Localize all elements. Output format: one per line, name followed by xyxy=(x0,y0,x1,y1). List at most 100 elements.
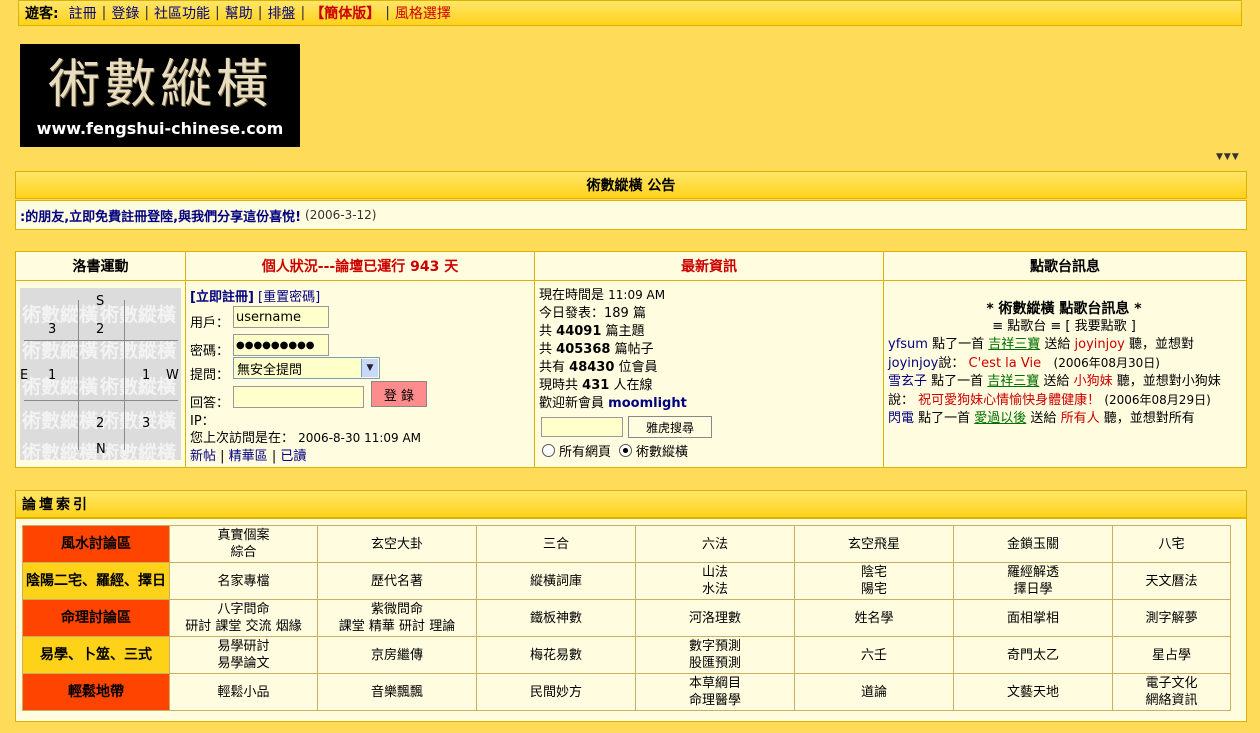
song-subnav[interactable]: ≡ 點歌台 ≡ [ 我要點歌 ] xyxy=(888,318,1240,336)
forum-board-link[interactable]: 縱橫詞庫 xyxy=(477,573,635,590)
forum-board-link[interactable]: 音樂飄飄 xyxy=(318,684,476,701)
forum-category-cell[interactable]: 陰陽二宅、羅經、擇日 xyxy=(22,562,170,600)
forum-board-link[interactable]: 真實個案 xyxy=(170,527,317,544)
forum-board-cell: 音樂飄飄 xyxy=(317,673,477,711)
chevron-down-icon[interactable]: ▼ xyxy=(361,359,378,377)
forum-board-link[interactable]: 易學研討 xyxy=(170,638,317,655)
online-count: 431 xyxy=(582,378,610,393)
posts-count: 405368 xyxy=(556,342,611,357)
new-posts-link[interactable]: 新帖 xyxy=(190,449,216,464)
forum-board-cell: 玄空飛星 xyxy=(794,525,954,563)
mark-read-link[interactable]: 已讀 xyxy=(280,449,306,464)
nav-help-link[interactable]: 幫助 xyxy=(225,3,253,23)
nav-chart-link[interactable]: 排盤 xyxy=(267,3,295,23)
forum-board-link[interactable]: 綜合 xyxy=(170,544,317,561)
forum-board-cell: 民間妙方 xyxy=(476,673,636,711)
forum-board-cell: 鐵板神數 xyxy=(476,599,636,637)
forum-board-link[interactable]: 河洛理數 xyxy=(636,610,794,627)
forum-board-link[interactable]: 金鎖玉關 xyxy=(954,536,1112,553)
forum-board-cell: 真實個案 綜合 xyxy=(169,525,318,563)
forum-category-cell[interactable]: 命理討論區 xyxy=(22,599,170,637)
forum-board-link[interactable]: 八字問命 xyxy=(170,601,317,618)
yahoo-search-button[interactable]: 雅虎搜尋 xyxy=(628,416,712,438)
forum-board-link[interactable]: 名家專檔 xyxy=(170,573,317,590)
more-arrows-icon[interactable]: ▼▼▼ xyxy=(1216,152,1240,162)
forum-board-link[interactable]: 輕鬆小品 xyxy=(170,684,317,701)
forum-board-link[interactable]: 玄空大卦 xyxy=(318,536,476,553)
last-visit-value: 2006-8-30 11:09 AM xyxy=(298,431,422,445)
forum-board-link[interactable]: 紫微問命 xyxy=(318,601,476,618)
forum-board-link[interactable]: 鐵板神數 xyxy=(477,610,635,627)
forum-board-link[interactable]: 六壬 xyxy=(795,647,953,664)
forum-category-cell[interactable]: 輕鬆地帶 xyxy=(22,673,170,711)
forum-board-link[interactable]: 課堂 精華 研討 理論 xyxy=(318,618,476,635)
radio-all-web[interactable] xyxy=(542,444,555,457)
announcement-text[interactable]: :的朋友,立即免費註冊登陸,與我們分享這份喜悅! xyxy=(20,206,301,225)
luoshu-number: 2 xyxy=(96,322,105,337)
forum-board-link[interactable]: 京房繼傳 xyxy=(318,647,476,664)
search-input[interactable] xyxy=(541,417,623,437)
forum-board-link[interactable]: 民間妙方 xyxy=(477,684,635,701)
forum-board-link[interactable]: 歷代名著 xyxy=(318,573,476,590)
forum-board-link[interactable]: 陰宅 xyxy=(795,564,953,581)
forum-board-link[interactable]: 研討 課堂 交流 烟緣 xyxy=(170,618,317,635)
forum-board-link[interactable]: 測字解夢 xyxy=(1113,610,1230,627)
forum-category-cell[interactable]: 風水討論區 xyxy=(22,525,170,563)
security-question-select[interactable]: 無安全提問 ▼ xyxy=(233,357,380,379)
song-entry: 閃電 點了一首 愛過以後 送給 所有人 聽，並想對所有 xyxy=(888,411,1195,426)
forum-index-row: 輕鬆地帶 輕鬆小品 音樂飄飄 民間妙方 本草綱目 命理醫學 道論 文藝天地 電子文化 網絡資訊 xyxy=(22,673,1231,711)
forum-board-link[interactable]: 擇日學 xyxy=(954,581,1112,598)
radio-site[interactable] xyxy=(619,444,633,457)
forum-board-link[interactable]: 電子文化 xyxy=(1113,675,1230,692)
forum-category-cell[interactable]: 易學、卜筮、三式 xyxy=(22,636,170,674)
forum-board-link[interactable]: 三合 xyxy=(477,536,635,553)
reset-password-link[interactable]: [重置密碼] xyxy=(258,290,320,305)
forum-board-cell: 羅經解透 擇日學 xyxy=(953,562,1113,600)
forum-board-link[interactable]: 星占學 xyxy=(1113,647,1230,664)
nav-community-link[interactable]: 社區功能 xyxy=(154,3,210,23)
forum-board-link[interactable]: 六法 xyxy=(636,536,794,553)
forum-board-link[interactable]: 八宅 xyxy=(1113,536,1230,553)
forum-board-link[interactable]: 易學論文 xyxy=(170,655,317,672)
forum-board-link[interactable]: 道論 xyxy=(795,684,953,701)
forum-board-link[interactable]: 羅經解透 xyxy=(954,564,1112,581)
nav-simplified-link[interactable]: 【簡体版】 xyxy=(310,3,380,23)
song-title: * 術數縱橫 點歌台訊息 * xyxy=(986,301,1142,317)
answer-input[interactable] xyxy=(233,386,364,408)
forum-board-link[interactable]: 玄空飛星 xyxy=(795,536,953,553)
forum-board-link[interactable]: 網絡資訊 xyxy=(1113,692,1230,709)
nav-style-link[interactable]: 風格選擇 xyxy=(395,3,451,23)
digest-link[interactable]: 精華區 xyxy=(229,449,268,464)
forum-board-link[interactable]: 水法 xyxy=(636,581,794,598)
forum-board-link[interactable]: 數字預測 xyxy=(636,638,794,655)
song-messages: * 術數縱橫 點歌台訊息 * ≡ 點歌台 ≡ [ 我要點歌 ] yfsum 點了… xyxy=(888,300,1240,428)
forum-board-link[interactable]: 姓名學 xyxy=(795,610,953,627)
nav-login-link[interactable]: 登錄 xyxy=(111,3,139,23)
forum-board-cell: 河洛理數 xyxy=(635,599,795,637)
forum-board-link[interactable]: 股匯預測 xyxy=(636,655,794,672)
question-label: 提問： xyxy=(190,368,230,383)
username-input[interactable]: username xyxy=(233,306,329,328)
nav-register-link[interactable]: 註冊 xyxy=(69,3,97,23)
forum-board-link[interactable]: 山法 xyxy=(636,564,794,581)
forum-board-cell: 天文曆法 xyxy=(1112,562,1231,600)
luoshu-north-label: N xyxy=(96,442,106,457)
login-button[interactable]: 登 錄 xyxy=(371,381,427,407)
forum-board-link[interactable]: 天文曆法 xyxy=(1113,573,1230,590)
forum-board-cell: 易學研討 易學論文 xyxy=(169,636,318,674)
password-input[interactable]: ●●●●●●●●● xyxy=(233,334,329,356)
forum-board-link[interactable]: 命理醫學 xyxy=(636,692,794,709)
songs-header: 點歌台訊息 xyxy=(884,252,1246,281)
forum-board-link[interactable]: 面相掌相 xyxy=(954,610,1112,627)
newest-member-link[interactable]: moomlight xyxy=(608,396,687,411)
forum-board-link[interactable]: 梅花易數 xyxy=(477,647,635,664)
forum-board-link[interactable]: 本草綱目 xyxy=(636,675,794,692)
forum-board-link[interactable]: 文藝天地 xyxy=(954,684,1112,701)
forum-board-link[interactable]: 陽宅 xyxy=(795,581,953,598)
register-link[interactable]: [立即註冊] xyxy=(190,290,254,305)
luoshu-east-label: E xyxy=(20,368,29,383)
site-logo[interactable]: 術數縱橫 www.fengshui-chinese.com xyxy=(20,44,300,147)
luoshu-number: 1 xyxy=(48,368,57,383)
news-header: 最新資訊 xyxy=(535,252,883,281)
forum-board-link[interactable]: 奇門太乙 xyxy=(954,647,1112,664)
